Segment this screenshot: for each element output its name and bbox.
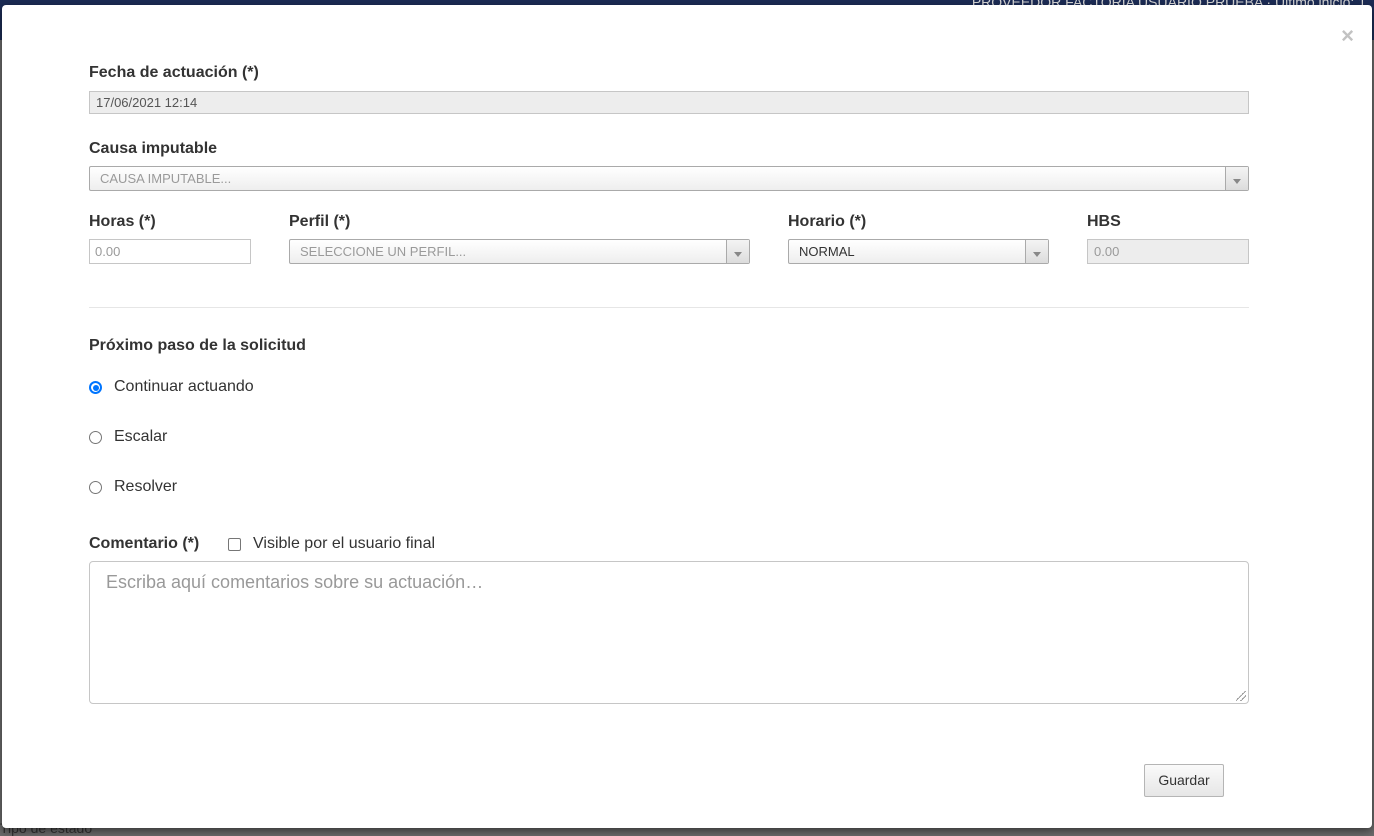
perfil-select-value: SELECCIONE UN PERFIL... <box>300 244 467 259</box>
horas-input[interactable]: 0.00 <box>89 239 251 264</box>
horario-label: Horario (*) <box>788 213 867 230</box>
causa-select[interactable]: CAUSA IMPUTABLE... <box>89 166 1249 191</box>
radio-button[interactable] <box>89 431 102 444</box>
visible-checkbox-label[interactable]: Visible por el usuario final <box>253 535 435 553</box>
fecha-label: Fecha de actuación (*) <box>89 64 259 81</box>
radio-label[interactable]: Continuar actuando <box>114 378 254 396</box>
comentario-textarea[interactable]: Escriba aquí comentarios sobre su actuac… <box>89 561 1249 704</box>
radio-button[interactable] <box>89 381 102 394</box>
chevron-down-icon[interactable] <box>1025 240 1048 263</box>
comentario-label: Comentario (*) <box>89 535 200 552</box>
horario-select-value: NORMAL <box>799 244 855 259</box>
close-icon[interactable]: × <box>1341 25 1354 47</box>
causa-label: Causa imputable <box>89 140 218 157</box>
guardar-button[interactable]: Guardar <box>1144 764 1224 797</box>
comentario-placeholder: Escriba aquí comentarios sobre su actuac… <box>106 572 484 592</box>
section-divider <box>89 307 1249 308</box>
next-step-title: Próximo paso de la solicitud <box>89 337 306 354</box>
horario-select[interactable]: NORMAL <box>788 239 1049 264</box>
visible-checkbox[interactable] <box>228 538 241 551</box>
hbs-field: 0.00 <box>1087 239 1249 264</box>
radio-button[interactable] <box>89 481 102 494</box>
causa-select-value: CAUSA IMPUTABLE... <box>100 171 232 186</box>
perfil-select[interactable]: SELECCIONE UN PERFIL... <box>289 239 750 264</box>
hbs-label: HBS <box>1087 213 1121 230</box>
chevron-down-icon[interactable] <box>1225 167 1248 190</box>
actuacion-modal: × Fecha de actuación (*) 17/06/2021 12:1… <box>2 5 1372 828</box>
fecha-field: 17/06/2021 12:14 <box>89 91 1249 114</box>
radio-label[interactable]: Escalar <box>114 428 167 446</box>
resize-grip-icon[interactable] <box>1236 691 1246 701</box>
perfil-label: Perfil (*) <box>289 213 351 230</box>
radio-label[interactable]: Resolver <box>114 478 177 496</box>
chevron-down-icon[interactable] <box>726 240 749 263</box>
horas-label: Horas (*) <box>89 213 156 230</box>
